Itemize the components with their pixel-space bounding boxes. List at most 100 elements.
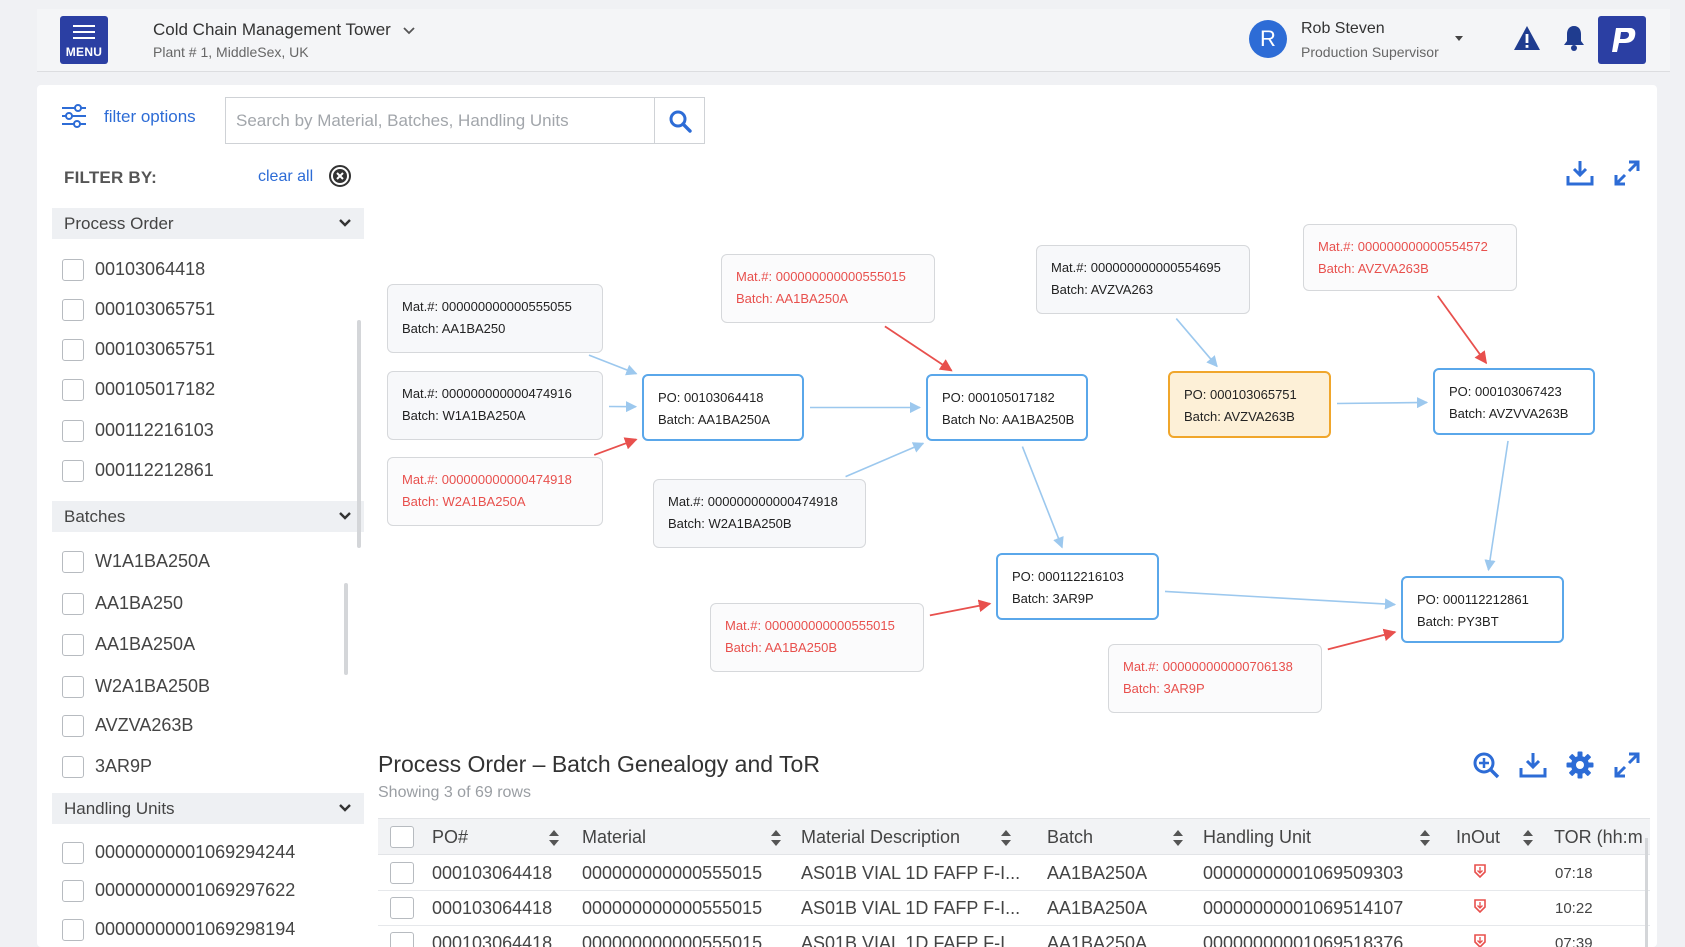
process-order-node[interactable]: PO: 00103064418 Batch: AA1BA250A: [642, 374, 804, 441]
expand-icon[interactable]: [1612, 158, 1642, 188]
filter-scrollbar[interactable]: [357, 320, 361, 548]
process-order-node[interactable]: PO: 000112216103 Batch: 3AR9P: [996, 553, 1159, 620]
material-node[interactable]: Mat.#: 000000000000555055 Batch: AA1BA250: [387, 284, 603, 353]
zoom-in-icon[interactable]: [1471, 750, 1501, 780]
col-header-po[interactable]: PO#: [432, 827, 468, 848]
checkbox[interactable]: [62, 919, 84, 941]
user-name[interactable]: Rob Steven: [1301, 20, 1385, 38]
sort-icon[interactable]: [1172, 829, 1184, 847]
table-expand-icon[interactable]: [1612, 750, 1642, 780]
checkbox[interactable]: [62, 842, 84, 864]
filter-section-process-order[interactable]: Process Order: [52, 208, 364, 239]
filter-option[interactable]: W1A1BA250A: [62, 547, 352, 577]
filter-section-handling-units[interactable]: Handling Units: [52, 793, 364, 824]
material-node[interactable]: Mat.#: 000000000000555015 Batch: AA1BA250…: [710, 603, 924, 672]
select-all-checkbox[interactable]: [390, 826, 414, 848]
batches-scrollbar[interactable]: [344, 583, 348, 675]
filter-option[interactable]: W2A1BA250B: [62, 672, 352, 702]
material-node[interactable]: Mat.#: 000000000000474918 Batch: W2A1BA25…: [653, 479, 866, 548]
checkbox[interactable]: [62, 339, 84, 361]
process-order-node[interactable]: PO: 000103065751 Batch: AVZVA263B: [1168, 371, 1331, 438]
sort-icon[interactable]: [770, 829, 782, 847]
col-header-tor[interactable]: TOR (hh:m: [1554, 827, 1643, 848]
process-order-node[interactable]: PO: 000103067423 Batch: AVZVVA263B: [1433, 368, 1595, 435]
col-header-handling-unit[interactable]: Handling Unit: [1203, 827, 1311, 848]
filter-option[interactable]: 00103064418: [62, 255, 352, 285]
row-checkbox[interactable]: [390, 862, 414, 884]
filter-option[interactable]: AA1BA250A: [62, 630, 352, 660]
filter-option[interactable]: 000105017182: [62, 375, 352, 405]
menu-button[interactable]: MENU: [60, 16, 108, 64]
table-title: Process Order – Batch Genealogy and ToR: [378, 751, 820, 777]
table-scrollbar[interactable]: [1645, 838, 1648, 947]
process-order-node[interactable]: PO: 000105017182 Batch No: AA1BA250B: [926, 374, 1088, 441]
col-header-material[interactable]: Material: [582, 827, 646, 848]
sort-icon[interactable]: [1000, 829, 1012, 847]
checkbox[interactable]: [62, 715, 84, 737]
checkbox[interactable]: [62, 259, 84, 281]
checkbox[interactable]: [62, 460, 84, 482]
chevron-down-icon[interactable]: [402, 24, 416, 38]
node-primary-text: PO: 000105017182: [942, 390, 1055, 405]
node-primary-text: Mat.#: 000000000000555055: [402, 299, 572, 314]
search-button[interactable]: [654, 98, 704, 143]
row-checkbox[interactable]: [390, 932, 414, 947]
col-header-inout[interactable]: InOut: [1456, 827, 1500, 848]
download-icon[interactable]: [1565, 158, 1595, 188]
checkbox[interactable]: [62, 420, 84, 442]
filter-option[interactable]: 3AR9P: [62, 752, 352, 782]
material-node[interactable]: Mat.#: 000000000000706138 Batch: 3AR9P: [1108, 644, 1322, 713]
filter-option[interactable]: 00000000001069297622: [62, 876, 352, 906]
checkbox[interactable]: [62, 379, 84, 401]
sort-icon[interactable]: [1419, 829, 1431, 847]
sort-icon[interactable]: [548, 829, 560, 847]
filter-options-link[interactable]: filter options: [104, 107, 196, 127]
checkbox[interactable]: [62, 299, 84, 321]
filter-option[interactable]: 000103065751: [62, 335, 352, 365]
chevron-down-icon[interactable]: [338, 217, 352, 229]
checkbox[interactable]: [62, 756, 84, 778]
app-title[interactable]: Cold Chain Management Tower: [153, 20, 391, 40]
checkbox[interactable]: [62, 634, 84, 656]
user-menu-caret-icon[interactable]: [1455, 36, 1463, 41]
bell-icon[interactable]: [1559, 23, 1589, 53]
sort-icon[interactable]: [1522, 829, 1534, 847]
filter-option[interactable]: AA1BA250: [62, 589, 352, 619]
chevron-down-icon[interactable]: [338, 510, 352, 522]
process-order-node[interactable]: PO: 000112212861 Batch: PY3BT: [1401, 576, 1564, 643]
clear-all-icon[interactable]: [328, 164, 352, 188]
settings-gear-icon[interactable]: [1565, 750, 1595, 780]
table-download-icon[interactable]: [1518, 750, 1548, 780]
filter-section-batches[interactable]: Batches: [52, 501, 364, 532]
material-node[interactable]: Mat.#: 000000000000555015 Batch: AA1BA250…: [721, 254, 935, 323]
checkbox[interactable]: [62, 676, 84, 698]
table-row[interactable]: 000103064418 000000000000555015 AS01B VIAL…: [378, 891, 1650, 926]
checkbox[interactable]: [62, 880, 84, 902]
filter-option[interactable]: 000103065751: [62, 295, 352, 325]
filter-option[interactable]: AVZVA263B: [62, 711, 352, 741]
material-node[interactable]: Mat.#: 000000000000554695 Batch: AVZVA263: [1036, 245, 1250, 314]
filter-option[interactable]: 000112212861: [62, 456, 352, 486]
table-row[interactable]: 000103064418 000000000000555015 AS01B VIAL…: [378, 926, 1650, 947]
filter-option-label: 3AR9P: [95, 756, 153, 776]
clear-all-link[interactable]: clear all: [258, 168, 313, 186]
col-header-description[interactable]: Material Description: [801, 827, 960, 848]
filter-option[interactable]: 00000000001069298194: [62, 915, 352, 945]
warning-icon[interactable]: [1512, 23, 1542, 53]
filter-option[interactable]: 00000000001069294244: [62, 838, 352, 868]
table-row[interactable]: 000103064418 000000000000555015 AS01B VIAL…: [378, 856, 1650, 891]
chevron-down-icon[interactable]: [338, 802, 352, 814]
filter-sliders-icon[interactable]: [61, 104, 87, 128]
filter-option[interactable]: 000112216103: [62, 416, 352, 446]
filter-option-label: W1A1BA250A: [95, 551, 211, 571]
row-checkbox[interactable]: [390, 897, 414, 919]
checkbox[interactable]: [62, 551, 84, 573]
search-input[interactable]: [226, 98, 654, 143]
avatar[interactable]: R: [1249, 20, 1287, 58]
material-node[interactable]: Mat.#: 000000000000474916 Batch: W1A1BA25…: [387, 371, 603, 440]
col-header-batch[interactable]: Batch: [1047, 827, 1093, 848]
checkbox[interactable]: [62, 593, 84, 615]
material-node[interactable]: Mat.#: 000000000000474918 Batch: W2A1BA25…: [387, 457, 603, 526]
material-node[interactable]: Mat.#: 000000000000554572 Batch: AVZVA263…: [1303, 224, 1517, 291]
node-primary-text: Mat.#: 000000000000474918: [668, 494, 838, 509]
